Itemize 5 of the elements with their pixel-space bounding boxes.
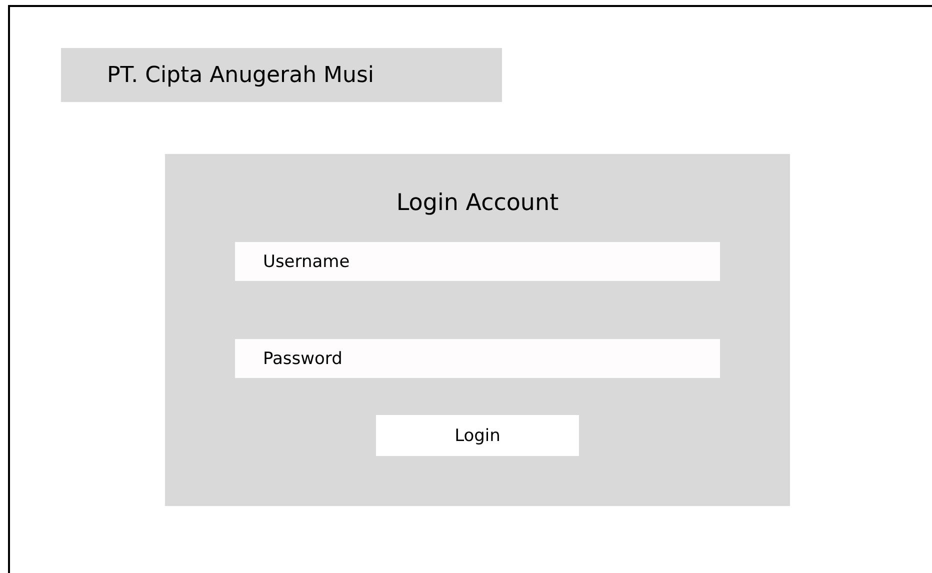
company-name: PT. Cipta Anugerah Musi bbox=[61, 48, 502, 102]
input-field[interactable]: Username bbox=[235, 242, 720, 281]
input-field[interactable]: Password bbox=[235, 339, 720, 378]
login-title: Login Account bbox=[396, 190, 559, 216]
login-button[interactable]: Login bbox=[376, 415, 579, 456]
